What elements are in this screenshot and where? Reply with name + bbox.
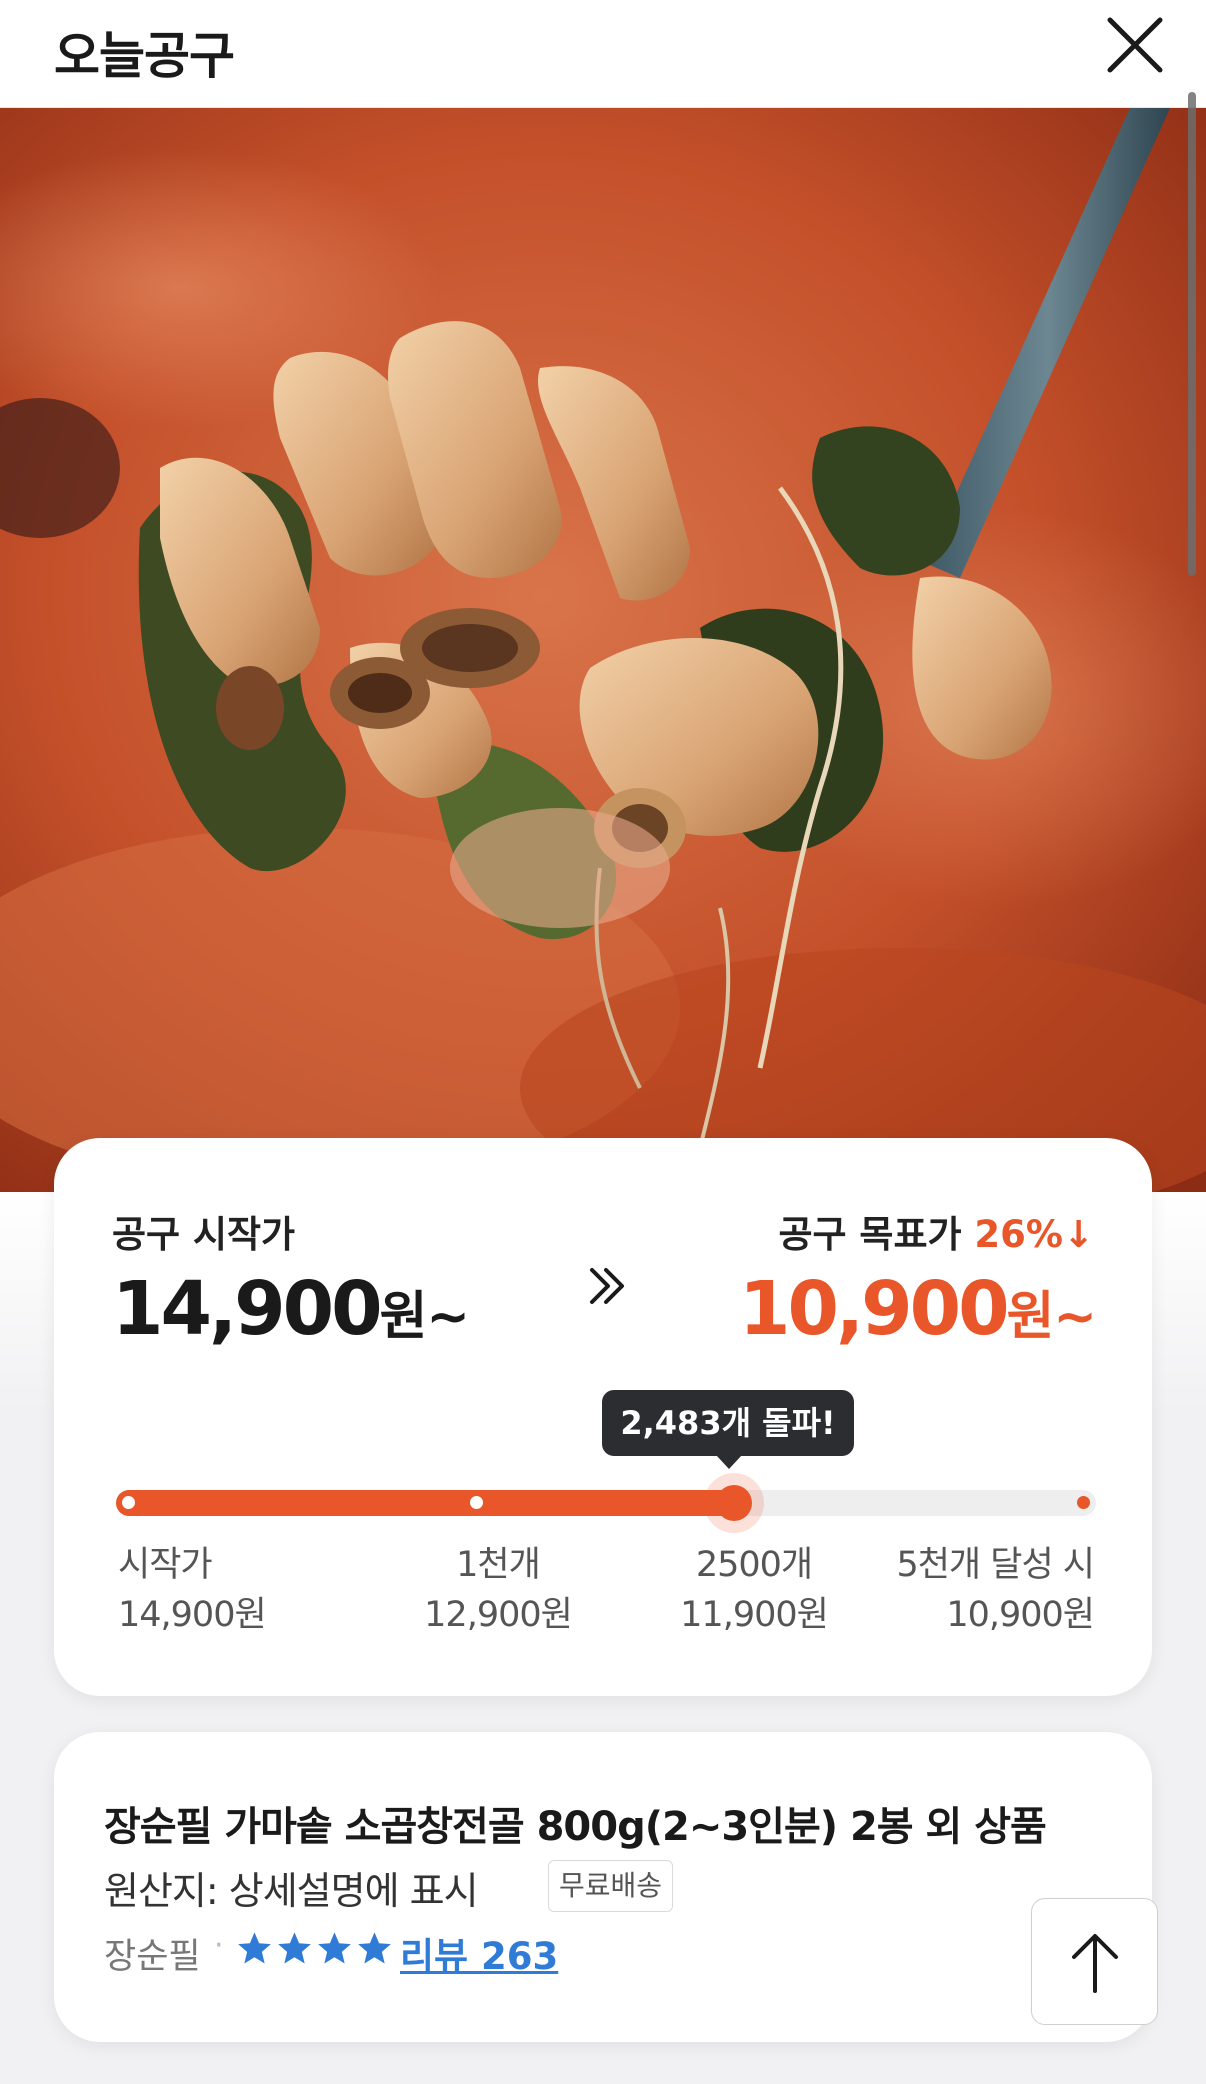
milestone-price: 11,900원 <box>680 1595 829 1635</box>
page-title: 오늘공구 <box>54 27 235 85</box>
seller-name: 장순필 <box>104 1937 201 1977</box>
double-chevron-right-icon <box>590 1268 624 1304</box>
milestone-label: 5천개 달성 시 <box>896 1545 1095 1585</box>
milestone-dot-1000 <box>470 1496 483 1509</box>
separator-dot: · <box>214 1928 224 1963</box>
milestone-label: 2500개 <box>695 1545 813 1585</box>
start-price: 14,900원~ <box>112 1266 470 1352</box>
product-info-card[interactable]: 장순필 가마솥 소곱창전골 800g(2~3인분) 2봉 외 상품 원산지: 상… <box>54 1732 1152 2042</box>
food-photo <box>0 108 1206 1192</box>
rating-stars <box>236 1930 396 1970</box>
progress-tooltip: 2,483개 돌파! <box>602 1390 854 1456</box>
start-price-value: 14,900 <box>112 1266 383 1352</box>
app-header: 오늘공구 <box>0 0 1206 108</box>
target-price: 10,900원~ <box>739 1266 1097 1352</box>
progress-fill <box>116 1490 734 1516</box>
review-link[interactable]: 리뷰 263 <box>400 1926 558 1980</box>
target-price-value: 10,900 <box>739 1266 1010 1352</box>
tooltip-arrow <box>716 1455 742 1469</box>
page: 오늘공구 공구 시작가 14,900원~ 공구 목표가 26%↓ 10,900원… <box>0 0 1206 2084</box>
milestone-label: 시작가 <box>118 1545 213 1585</box>
arrow-up-icon <box>1072 1934 1118 1993</box>
progress-knob <box>716 1485 752 1521</box>
milestone-dot-5000 <box>1077 1496 1090 1509</box>
free-shipping-badge: 무료배송 <box>548 1860 674 1912</box>
discount-rate: 26%↓ <box>974 1213 1094 1256</box>
start-price-label: 공구 시작가 <box>112 1213 296 1256</box>
milestone-1000: 1천개 12,900원 <box>398 1540 598 1640</box>
close-icon <box>1107 17 1163 73</box>
star-icon <box>318 1932 351 1964</box>
product-hero-image <box>0 108 1206 1192</box>
scrollbar[interactable] <box>1188 92 1196 576</box>
milestone-label: 1천개 <box>456 1545 541 1585</box>
milestone-start: 시작가 14,900원 <box>118 1540 267 1640</box>
milestone-dot-start <box>122 1496 135 1509</box>
milestone-price: 14,900원 <box>118 1595 267 1635</box>
close-button[interactable] <box>1100 12 1170 82</box>
scroll-to-top-button[interactable] <box>1031 1898 1158 2025</box>
milestone-price: 12,900원 <box>424 1595 573 1635</box>
group-buy-price-card: 공구 시작가 14,900원~ 공구 목표가 26%↓ 10,900원~ 2,4… <box>54 1138 1152 1696</box>
star-icon <box>358 1932 391 1964</box>
start-price-unit: 원~ <box>379 1287 470 1347</box>
target-price-unit: 원~ <box>1006 1287 1097 1347</box>
product-name[interactable]: 장순필 가마솥 소곱창전골 800g(2~3인분) 2봉 외 상품 <box>104 1794 1047 1852</box>
milestone-5000: 5천개 달성 시 10,900원 <box>896 1540 1095 1640</box>
star-icon <box>238 1932 271 1964</box>
milestone-price: 10,900원 <box>946 1595 1095 1635</box>
target-price-label-text: 공구 목표가 <box>778 1213 962 1256</box>
star-icon <box>278 1932 311 1964</box>
milestone-2500: 2500개 11,900원 <box>654 1540 854 1640</box>
target-price-label: 공구 목표가 26%↓ <box>778 1204 1094 1258</box>
product-origin: 원산지: 상세설명에 표시 <box>104 1869 479 1913</box>
